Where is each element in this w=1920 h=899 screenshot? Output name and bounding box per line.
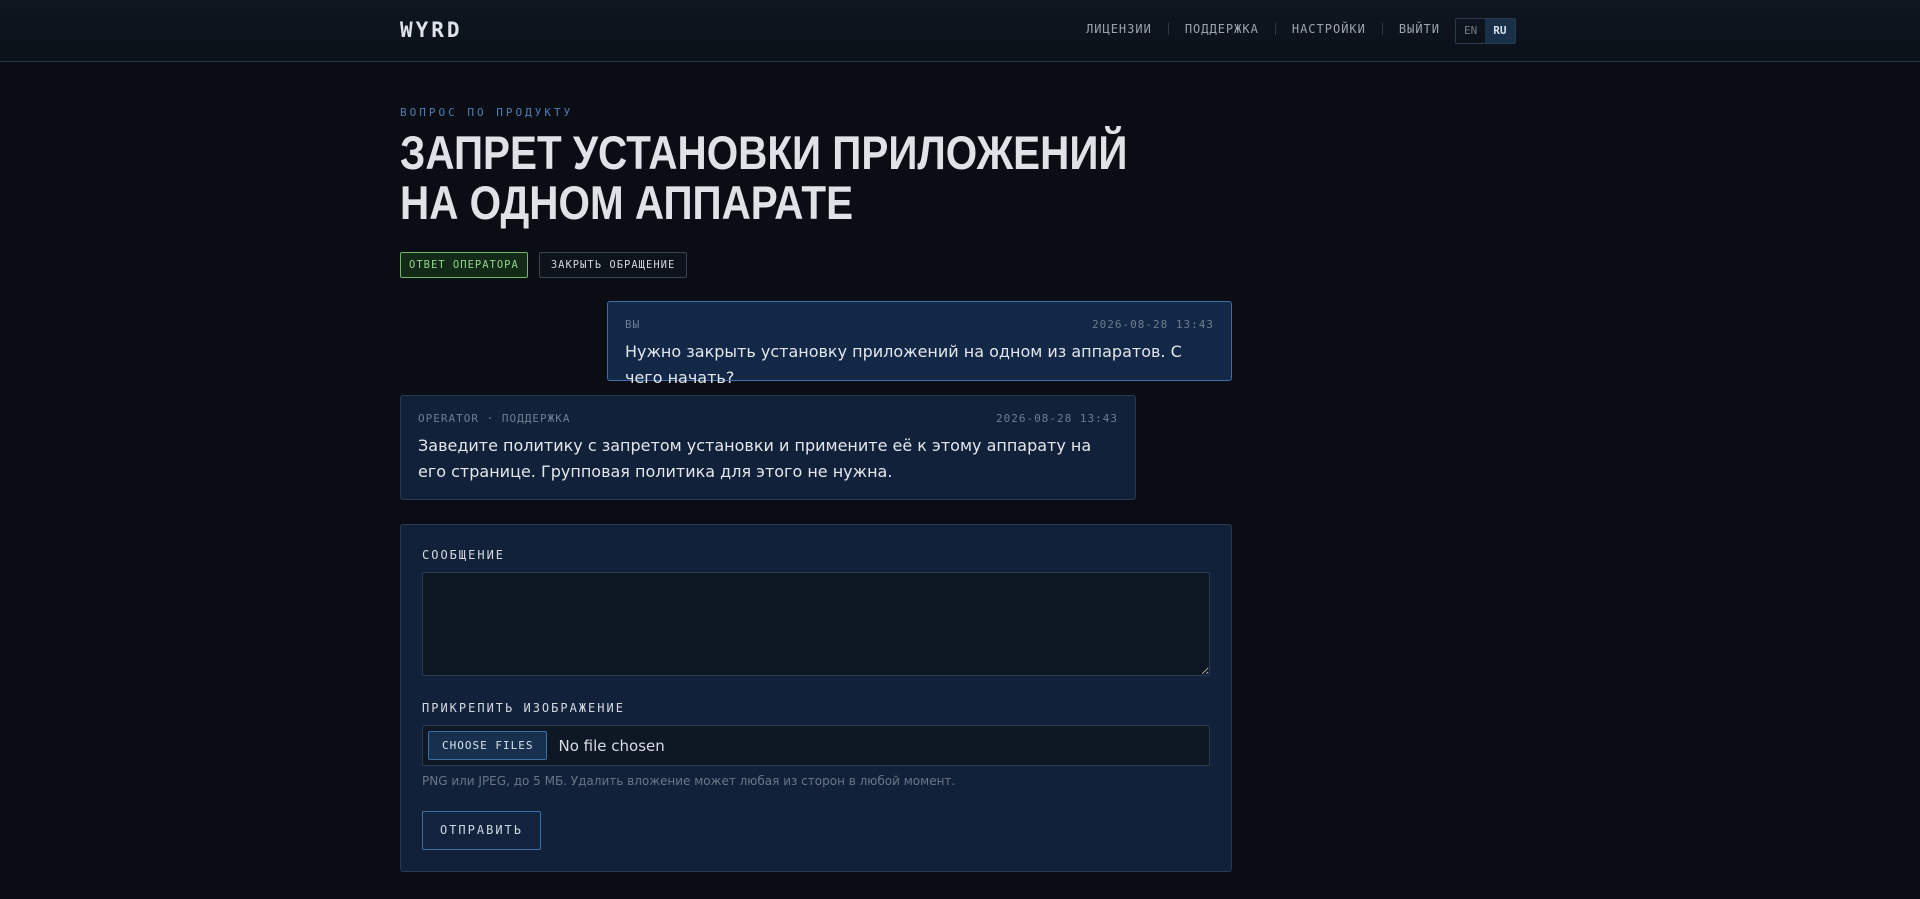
status-badge: ОТВЕТ ОПЕРАТОРА [400,252,528,278]
main-nav: ЛИЦЕНЗИИ ПОДДЕРЖКА НАСТРОЙКИ ВЫЙТИ [1086,22,1440,36]
nav-logout[interactable]: ВЫЙТИ [1399,22,1440,36]
message-timestamp: 2026-08-28 13:43 [996,412,1118,425]
message-textarea[interactable] [422,572,1210,676]
reply-form: СООБЩЕНИЕ ПРИКРЕПИТЬ ИЗОБРАЖЕНИЕ CHOOSE … [400,524,1232,872]
ticket-actions: ОТВЕТ ОПЕРАТОРА ЗАКРЫТЬ ОБРАЩЕНИЕ [400,252,688,278]
lang-en-button[interactable]: EN [1456,19,1485,43]
ticket-category: ВОПРОС ПО ПРОДУКТУ [400,106,574,119]
message-meta: ВЫ 2026-08-28 13:43 [625,318,1214,331]
logo[interactable]: WYRD [400,18,463,42]
nav-divider [1167,23,1169,35]
file-input[interactable]: CHOOSE FILES No file chosen [422,725,1210,766]
message-meta: OPERATOR · ПОДДЕРЖКА 2026-08-28 13:43 [418,412,1118,425]
message-author: OPERATOR · ПОДДЕРЖКА [418,412,571,425]
message-timestamp: 2026-08-28 13:43 [1092,318,1214,331]
choose-files-button[interactable]: CHOOSE FILES [428,731,548,760]
message-author: ВЫ [625,318,641,331]
language-switcher: EN RU [1455,18,1516,44]
lang-ru-button[interactable]: RU [1485,19,1515,43]
message-text: Нужно закрыть установку приложений на од… [625,342,1182,387]
nav-support[interactable]: ПОДДЕРЖКА [1185,22,1259,36]
send-button[interactable]: ОТПРАВИТЬ [422,811,541,850]
message-operator: OPERATOR · ПОДДЕРЖКА 2026-08-28 13:43 За… [400,395,1136,500]
nav-divider [1274,23,1276,35]
page-title: ЗАПРЕТ УСТАНОВКИ ПРИЛОЖЕНИЙ НА ОДНОМ АПП… [400,126,1128,229]
message-user: ВЫ 2026-08-28 13:43 Нужно закрыть устано… [607,301,1232,387]
attach-hint: PNG или JPEG, до 5 МБ. Удалить вложение … [422,774,956,788]
close-ticket-button[interactable]: ЗАКРЫТЬ ОБРАЩЕНИЕ [538,252,688,278]
message-label: СООБЩЕНИЕ [422,548,506,562]
top-header: WYRD ЛИЦЕНЗИИ ПОДДЕРЖКА НАСТРОЙКИ ВЫЙТИ … [0,0,1920,62]
nav-licenses[interactable]: ЛИЦЕНЗИИ [1086,22,1152,36]
nav-settings[interactable]: НАСТРОЙКИ [1292,22,1366,36]
message-text: Заведите политику с запретом установки и… [418,436,1092,481]
nav-divider [1381,23,1383,35]
file-status: No file chosen [558,736,665,755]
attach-label: ПРИКРЕПИТЬ ИЗОБРАЖЕНИЕ [422,701,625,715]
